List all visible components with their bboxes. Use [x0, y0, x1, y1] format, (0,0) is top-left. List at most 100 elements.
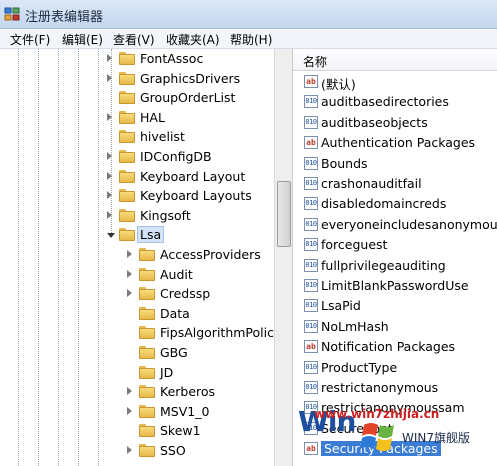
collapse-arrow-icon[interactable]	[107, 233, 115, 239]
expand-arrow-icon[interactable]	[107, 191, 112, 200]
tree-node-label: Credssp	[160, 286, 211, 302]
value-row[interactable]: ab (默认)	[304, 72, 494, 92]
tree-node[interactable]: Data	[125, 305, 270, 324]
key-tree-pane[interactable]: FontAssoc GraphicsDrivers GroupOrderList HA…	[0, 49, 293, 466]
tree-node-label: Skew1	[160, 423, 201, 439]
dword-value-icon: 010	[304, 258, 318, 272]
value-name: auditbasedirectories	[321, 94, 449, 110]
value-row[interactable]: ab Authentication Packages	[304, 133, 494, 153]
value-row[interactable]: 010 LsaPid	[304, 296, 494, 316]
menu-favorites[interactable]: 收藏夹(A)	[166, 31, 220, 48]
value-name: Authentication Packages	[321, 135, 476, 151]
tree-node[interactable]: Kerberos	[125, 383, 270, 402]
menu-edit[interactable]: 编辑(E)	[62, 31, 103, 48]
value-row[interactable]: 010 crashonauditfail	[304, 174, 494, 194]
value-row[interactable]: 010 everyoneincludesanonymous	[304, 215, 497, 235]
values-pane[interactable]: 名称 ab (默认) 010 auditbasedirectories 010 audit…	[293, 49, 497, 466]
folder-icon	[139, 267, 155, 281]
tree-node[interactable]: AccessProviders	[125, 246, 270, 265]
menu-file[interactable]: 文件(F)	[10, 31, 50, 48]
window-title: 注册表编辑器	[25, 10, 104, 25]
tree-node-label: AccessProviders	[160, 247, 261, 262]
tree-scrollbar[interactable]	[274, 49, 292, 466]
tree-node-label: Keyboard Layouts	[140, 188, 252, 204]
expand-arrow-icon[interactable]	[107, 73, 112, 82]
string-value-icon: ab	[304, 136, 318, 150]
value-row[interactable]: 010 NoLmHash	[304, 317, 494, 337]
expand-arrow-icon[interactable]	[127, 406, 132, 415]
value-name: LimitBlankPasswordUse	[321, 278, 469, 293]
scrollbar-thumb[interactable]	[277, 181, 291, 247]
tree-node-label: Lsa	[136, 226, 165, 244]
menu-view[interactable]: 查看(V)	[113, 31, 155, 48]
tree-node[interactable]: FontAssoc	[105, 50, 270, 69]
tree-node[interactable]: Keyboard Layouts	[105, 187, 270, 206]
value-name: disabledomaincreds	[321, 196, 447, 212]
watermark-brand: WIN7旗舰版	[402, 431, 471, 445]
expand-arrow-icon[interactable]	[127, 269, 132, 278]
folder-icon	[139, 346, 155, 359]
folder-icon	[119, 189, 135, 203]
tree-node[interactable]: Lsa	[105, 226, 270, 245]
dword-value-icon: 010	[304, 115, 318, 129]
dword-value-icon: 010	[304, 95, 318, 109]
folder-icon	[119, 130, 135, 144]
dword-value-icon: 010	[304, 360, 318, 374]
value-row[interactable]: 010 auditbaseobjects	[304, 113, 494, 133]
tree-node[interactable]: Audit	[125, 266, 270, 285]
tree-node[interactable]: hivelist	[105, 128, 270, 147]
tree-node-label: hivelist	[140, 129, 185, 145]
tree-node[interactable]: HAL	[105, 109, 270, 128]
folder-icon	[139, 306, 155, 320]
expand-arrow-icon[interactable]	[107, 171, 112, 180]
value-row[interactable]: 010 ProductType	[304, 358, 494, 378]
tree-node[interactable]: Credssp	[125, 285, 270, 304]
tree-node[interactable]: Kingsoft	[105, 207, 270, 226]
expand-arrow-icon[interactable]	[127, 250, 132, 258]
tree-guide-line	[58, 49, 59, 466]
value-row[interactable]: ab Notification Packages	[304, 337, 494, 357]
value-row[interactable]: 010 disabledomaincreds	[304, 194, 494, 214]
tree-node-label: Keyboard Layout	[140, 168, 246, 184]
tree-node[interactable]: Keyboard Layout	[105, 168, 270, 187]
folder-icon	[139, 444, 155, 457]
tree-node[interactable]: JD	[125, 364, 270, 383]
tree-node[interactable]: GBG	[125, 344, 270, 363]
folder-icon	[139, 404, 155, 418]
tree-node-label: FipsAlgorithmPolicy	[160, 325, 282, 341]
tree-node[interactable]: FipsAlgorithmPolicy	[125, 324, 281, 343]
tree-node[interactable]: SSO	[125, 442, 270, 461]
tree-guide-line	[18, 49, 19, 466]
tree-node[interactable]: GroupOrderList	[105, 89, 270, 108]
string-value-icon: ab	[304, 75, 318, 88]
value-name: auditbaseobjects	[321, 114, 428, 130]
value-row[interactable]: 010 Bounds	[304, 154, 494, 174]
value-row[interactable]: 010 restrictanonymous	[304, 378, 494, 398]
tree-guide-line	[38, 49, 39, 466]
expand-arrow-icon[interactable]	[107, 54, 112, 62]
tree-node[interactable]: MSV1_0	[125, 403, 270, 422]
menu-help[interactable]: 帮助(H)	[230, 31, 272, 48]
expand-arrow-icon[interactable]	[127, 446, 132, 454]
menu-bar: 文件(F) 编辑(E) 查看(V) 收藏夹(A) 帮助(H)	[0, 29, 497, 49]
dword-value-icon: 010	[304, 279, 318, 292]
dword-value-icon: 010	[304, 381, 318, 394]
expand-arrow-icon[interactable]	[127, 387, 132, 396]
expand-arrow-icon[interactable]	[127, 289, 132, 298]
expand-arrow-icon[interactable]	[107, 112, 112, 121]
expand-arrow-icon[interactable]	[107, 210, 112, 219]
tree-node-label: FontAssoc	[140, 51, 204, 66]
dword-value-icon: 010	[304, 197, 318, 211]
tree-node[interactable]: GraphicsDrivers	[105, 70, 270, 89]
tree-node[interactable]: IDConfigDB	[105, 148, 270, 167]
expand-arrow-icon[interactable]	[107, 152, 112, 160]
value-row[interactable]: 010 auditbasedirectories	[304, 92, 494, 112]
value-row[interactable]: 010 LimitBlankPasswordUse	[304, 276, 494, 296]
column-header-name[interactable]: 名称	[293, 49, 497, 71]
tree-node-label: JD	[160, 364, 174, 380]
folder-icon	[139, 365, 155, 379]
tree-node[interactable]: Skew1	[125, 422, 270, 441]
value-row[interactable]: 010 fullprivilegeauditing	[304, 256, 494, 276]
value-row[interactable]: 010 forceguest	[304, 235, 494, 255]
tree-node-label: GBG	[160, 345, 188, 360]
